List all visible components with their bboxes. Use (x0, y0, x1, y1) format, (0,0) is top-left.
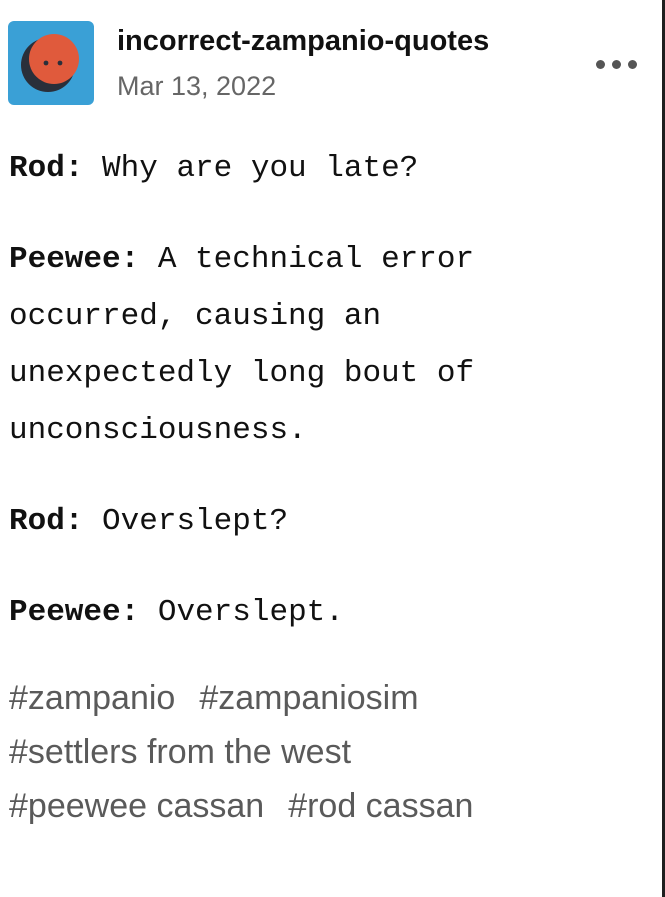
more-options-button[interactable] (596, 55, 640, 75)
speaker-name: Peewee: (9, 242, 140, 277)
tag-row: #settlers from the west (9, 725, 649, 779)
tag-link[interactable]: #peewee cassan (9, 787, 264, 825)
ellipsis-icon (596, 60, 605, 69)
ellipsis-icon-dot (612, 60, 621, 69)
dialogue-text: A technical error (157, 242, 475, 277)
dialogue-line: Peewee: Overslept. (9, 584, 649, 641)
dialogue-text: Peewee: Overslept. (9, 584, 649, 641)
dialogue-text: Overslept. (157, 595, 344, 630)
post-tags: #zampanio #zampaniosim #settlers from the… (9, 671, 649, 833)
dialogue-text: Why are you late? (102, 151, 419, 186)
tumblr-post: incorrect-zampanio-quotes Mar 13, 2022 R… (0, 0, 665, 897)
dialogue-line: Rod: Overslept? (9, 493, 649, 550)
dialogue-line: Rod: Why are you late? (9, 140, 649, 197)
dialogue-text: occurred, causing an (9, 299, 382, 334)
tag-link[interactable]: #rod cassan (288, 787, 473, 825)
post-header: incorrect-zampanio-quotes Mar 13, 2022 (8, 21, 648, 107)
speaker-name: Rod: (9, 504, 84, 539)
tag-row: #zampanio #zampaniosim (9, 671, 649, 725)
ellipsis-icon-dot (628, 60, 637, 69)
blog-name[interactable]: incorrect-zampanio-quotes (117, 25, 489, 58)
dialogue-text: Rod: Why are you late? (9, 140, 649, 197)
speaker-name: Peewee: (9, 595, 140, 630)
speaker-name: Rod: (9, 151, 84, 186)
tag-link[interactable]: #zampanio (9, 679, 175, 717)
post-date[interactable]: Mar 13, 2022 (117, 71, 276, 102)
tag-row: #peewee cassan #rod cassan (9, 779, 649, 833)
tag-link[interactable]: #zampaniosim (199, 679, 418, 717)
dialogue-text: Peewee: A technical error (9, 231, 649, 288)
dialogue-text: unexpectedly long bout of (9, 356, 475, 391)
dialogue-text: Rod: Overslept? (9, 493, 649, 550)
dialogue-line: Peewee: A technical error occurred, caus… (9, 231, 649, 459)
post-body: Rod: Why are you late? Peewee: A technic… (9, 140, 649, 675)
orange-face-icon (21, 34, 79, 92)
blog-avatar[interactable] (8, 21, 94, 105)
tag-link[interactable]: #settlers from the west (9, 733, 351, 771)
dialogue-text: unconsciousness. (9, 413, 307, 448)
dialogue-text: Overslept? (102, 504, 289, 539)
